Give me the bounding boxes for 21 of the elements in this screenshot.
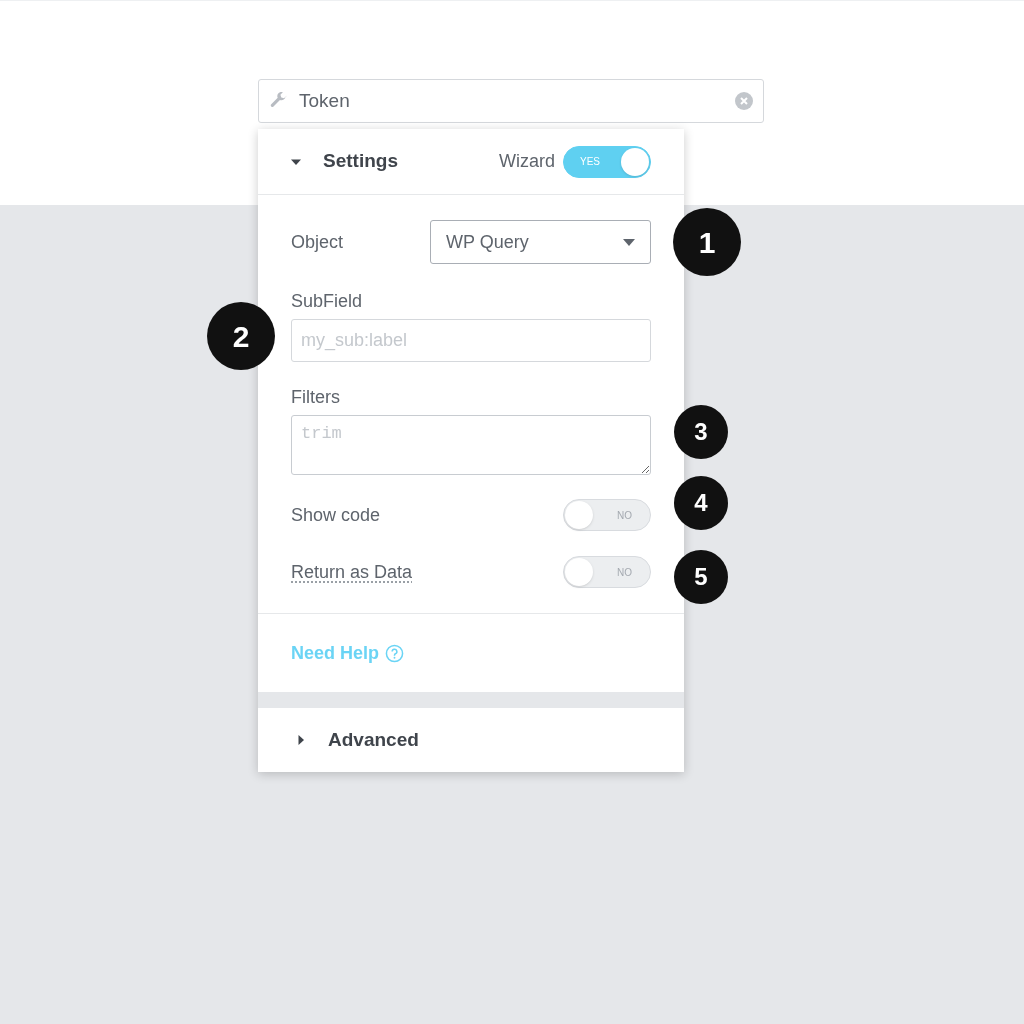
callout-badge: 1 [673, 208, 741, 276]
callout-badge: 2 [207, 302, 275, 370]
filters-textarea[interactable]: trim [291, 415, 651, 475]
field-label: Filters [291, 386, 341, 409]
callout-badge: 3 [674, 405, 728, 459]
object-select[interactable]: WP Query [430, 220, 651, 264]
field-label: Object [291, 230, 344, 254]
field-label: Show code [291, 503, 381, 527]
field-label: SubField [291, 290, 364, 313]
callout-badge: 5 [674, 550, 728, 604]
search-field[interactable]: Token [258, 79, 764, 123]
help-icon [385, 643, 405, 663]
dropdown-caret-icon [623, 238, 635, 246]
field-label: Return as Data [291, 560, 413, 584]
wrench-icon [269, 92, 287, 110]
section-title[interactable]: Advanced [328, 725, 419, 755]
section-title[interactable]: Settings [323, 147, 499, 176]
toggle-label: Wizard [499, 150, 555, 173]
clear-icon[interactable] [735, 92, 753, 110]
subfield-input[interactable]: my_sub:label [291, 319, 651, 362]
callout-badge: 4 [674, 476, 728, 530]
